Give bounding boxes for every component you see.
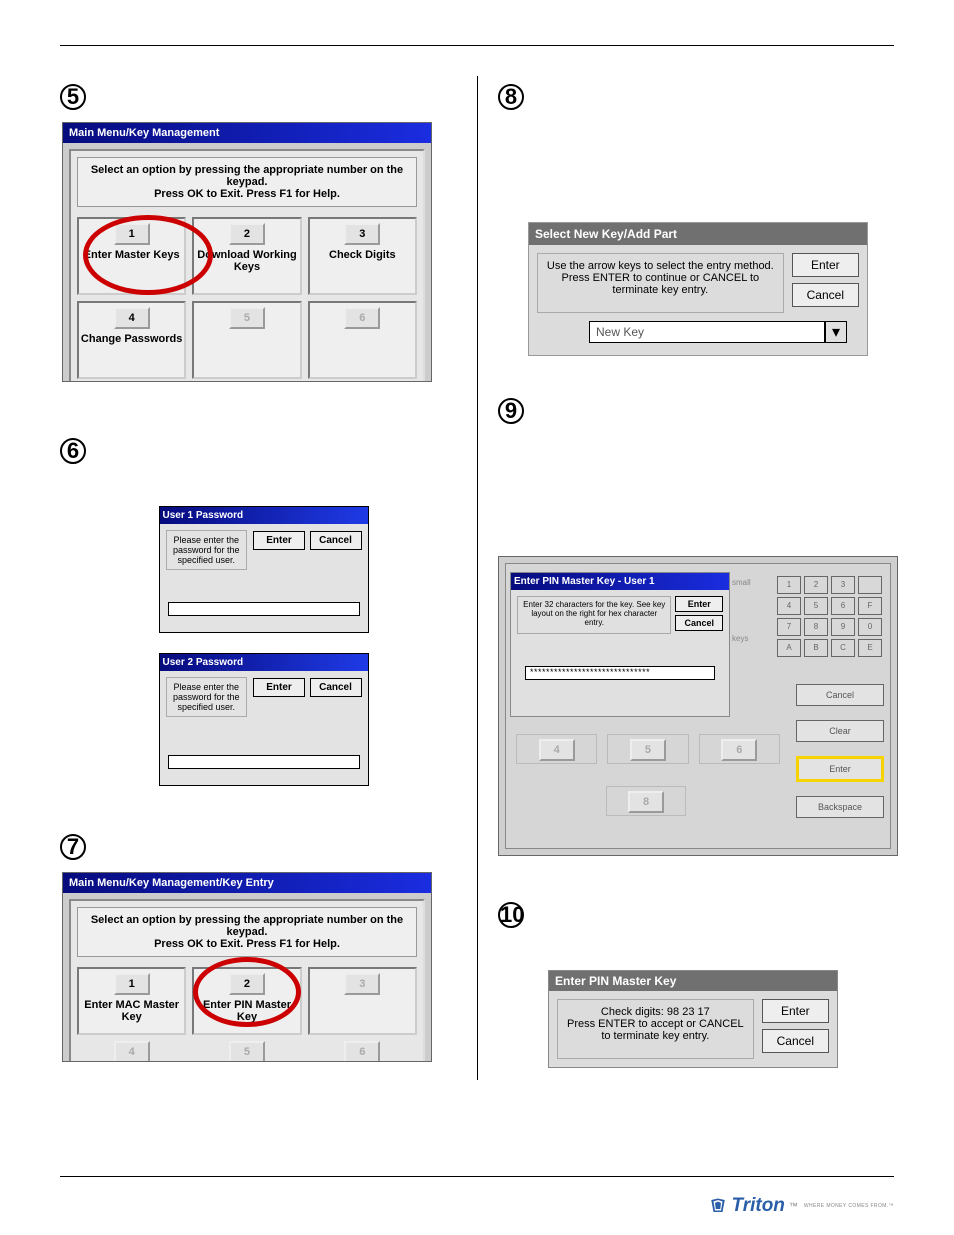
option-5-cell: 5 — [192, 301, 301, 379]
user1-password-dialog: User 1 Password Please enter the passwor… — [159, 506, 369, 633]
step5-screenshot: Main Menu/Key Management Select an optio… — [62, 122, 432, 382]
small-label: small — [732, 578, 751, 587]
clear-button[interactable]: Clear — [796, 720, 884, 742]
keypad-key[interactable]: A — [777, 639, 801, 657]
chevron-down-icon[interactable]: ▾ — [825, 321, 847, 343]
step9-screenshot: Enter PIN Master Key - User 1 Enter 32 c… — [498, 556, 898, 856]
keypad-key[interactable]: E — [858, 639, 882, 657]
option-4-cell[interactable]: 4 Change Passwords — [77, 301, 186, 379]
enter-button[interactable]: Enter — [762, 999, 829, 1023]
option-2-cell[interactable]: 2 Download Working Keys — [192, 217, 301, 295]
step7-screenshot: Main Menu/Key Management/Key Entry Selec… — [62, 872, 432, 1062]
user2-password-dialog: User 2 Password Please enter the passwor… — [159, 653, 369, 786]
enter-button[interactable]: Enter — [792, 253, 859, 277]
option-3-cell[interactable]: 3 Check Digits — [308, 217, 417, 295]
cancel-button[interactable]: Cancel — [310, 531, 362, 550]
cancel-button[interactable]: Cancel — [310, 678, 362, 697]
option-2-cell[interactable]: 2 Enter PIN Master Key — [192, 967, 301, 1035]
enter-button[interactable]: Enter — [675, 596, 723, 612]
keypad-key[interactable]: 5 — [804, 597, 828, 615]
brand-tagline: WHERE MONEY COMES FROM.™ — [804, 1203, 894, 1209]
cancel-button[interactable]: Cancel — [792, 283, 859, 307]
cancel-button[interactable]: Cancel — [762, 1029, 829, 1053]
footer-logo: Triton™ WHERE MONEY COMES FROM.™ — [709, 1195, 894, 1217]
dialog-title: Select New Key/Add Part — [529, 223, 867, 245]
cancel-button[interactable]: Cancel — [796, 684, 884, 706]
keypad-key[interactable]: 7 — [777, 618, 801, 636]
keypad-key[interactable]: F — [858, 597, 882, 615]
window-title: Main Menu/Key Management/Key Entry — [63, 873, 431, 893]
keypad-key[interactable]: 9 — [831, 618, 855, 636]
keypad-key[interactable]: 3 — [831, 576, 855, 594]
step-6-number: 6 — [60, 438, 86, 464]
keypad-key[interactable]: C — [831, 639, 855, 657]
password-input[interactable] — [168, 602, 360, 616]
keypad-key[interactable]: 8 — [804, 618, 828, 636]
dialog-message: Enter 32 characters for the key. See key… — [517, 596, 671, 634]
instructions: Select an option by pressing the appropr… — [77, 907, 417, 957]
key-input[interactable]: ****************************** — [525, 666, 715, 680]
enter-button[interactable]: Enter — [796, 756, 884, 782]
enter-button[interactable]: Enter — [253, 678, 305, 697]
keypad-key[interactable]: 4 — [777, 597, 801, 615]
cancel-button[interactable]: Cancel — [675, 615, 723, 631]
password-input[interactable] — [168, 755, 360, 769]
window-title: Main Menu/Key Management — [63, 123, 431, 143]
dialog-message: Check digits: 98 23 17 Press ENTER to ac… — [557, 999, 754, 1059]
step-7-number: 7 — [60, 834, 86, 860]
enter-button[interactable]: Enter — [253, 531, 305, 550]
select-new-key-dialog: Select New Key/Add Part Use the arrow ke… — [528, 222, 868, 356]
instructions: Select an option by pressing the appropr… — [77, 157, 417, 207]
keypad-key[interactable]: 0 — [858, 618, 882, 636]
option-1-cell[interactable]: 1 Enter Master Keys — [77, 217, 186, 295]
step-9-number: 9 — [498, 398, 524, 424]
step-5-number: 5 — [60, 84, 86, 110]
option-3-cell: 3 — [308, 967, 417, 1035]
backspace-button[interactable]: Backspace — [796, 796, 884, 818]
step-8-number: 8 — [498, 84, 524, 110]
dialog-message: Use the arrow keys to select the entry m… — [537, 253, 784, 313]
keys-label: keys — [732, 634, 748, 643]
option-1-cell[interactable]: 1 Enter MAC Master Key — [77, 967, 186, 1035]
keypad-key[interactable]: 1 — [777, 576, 801, 594]
triton-logo-icon — [709, 1197, 727, 1215]
pin-master-key-dialog: Enter PIN Master Key - User 1 Enter 32 c… — [510, 572, 730, 717]
dialog-title: User 1 Password — [160, 507, 368, 524]
option-6-cell: 6 — [308, 301, 417, 379]
confirm-pin-key-dialog: Enter PIN Master Key Check digits: 98 23… — [548, 970, 838, 1068]
brand-name: Triton — [731, 1195, 784, 1217]
keypad-key[interactable]: 2 — [804, 576, 828, 594]
key-method-dropdown[interactable]: New Key ▾ — [589, 321, 847, 343]
dialog-title: Enter PIN Master Key - User 1 — [511, 573, 729, 590]
keypad-key[interactable]: B — [804, 639, 828, 657]
keypad-key[interactable]: 6 — [831, 597, 855, 615]
hex-keypad: 1 2 3 4 5 6 F 7 8 9 0 A B C — [777, 576, 882, 657]
dialog-title: User 2 Password — [160, 654, 368, 671]
dialog-title: Enter PIN Master Key — [549, 971, 837, 991]
keypad-key[interactable] — [858, 576, 882, 594]
step-10-number: 10 — [498, 902, 524, 928]
